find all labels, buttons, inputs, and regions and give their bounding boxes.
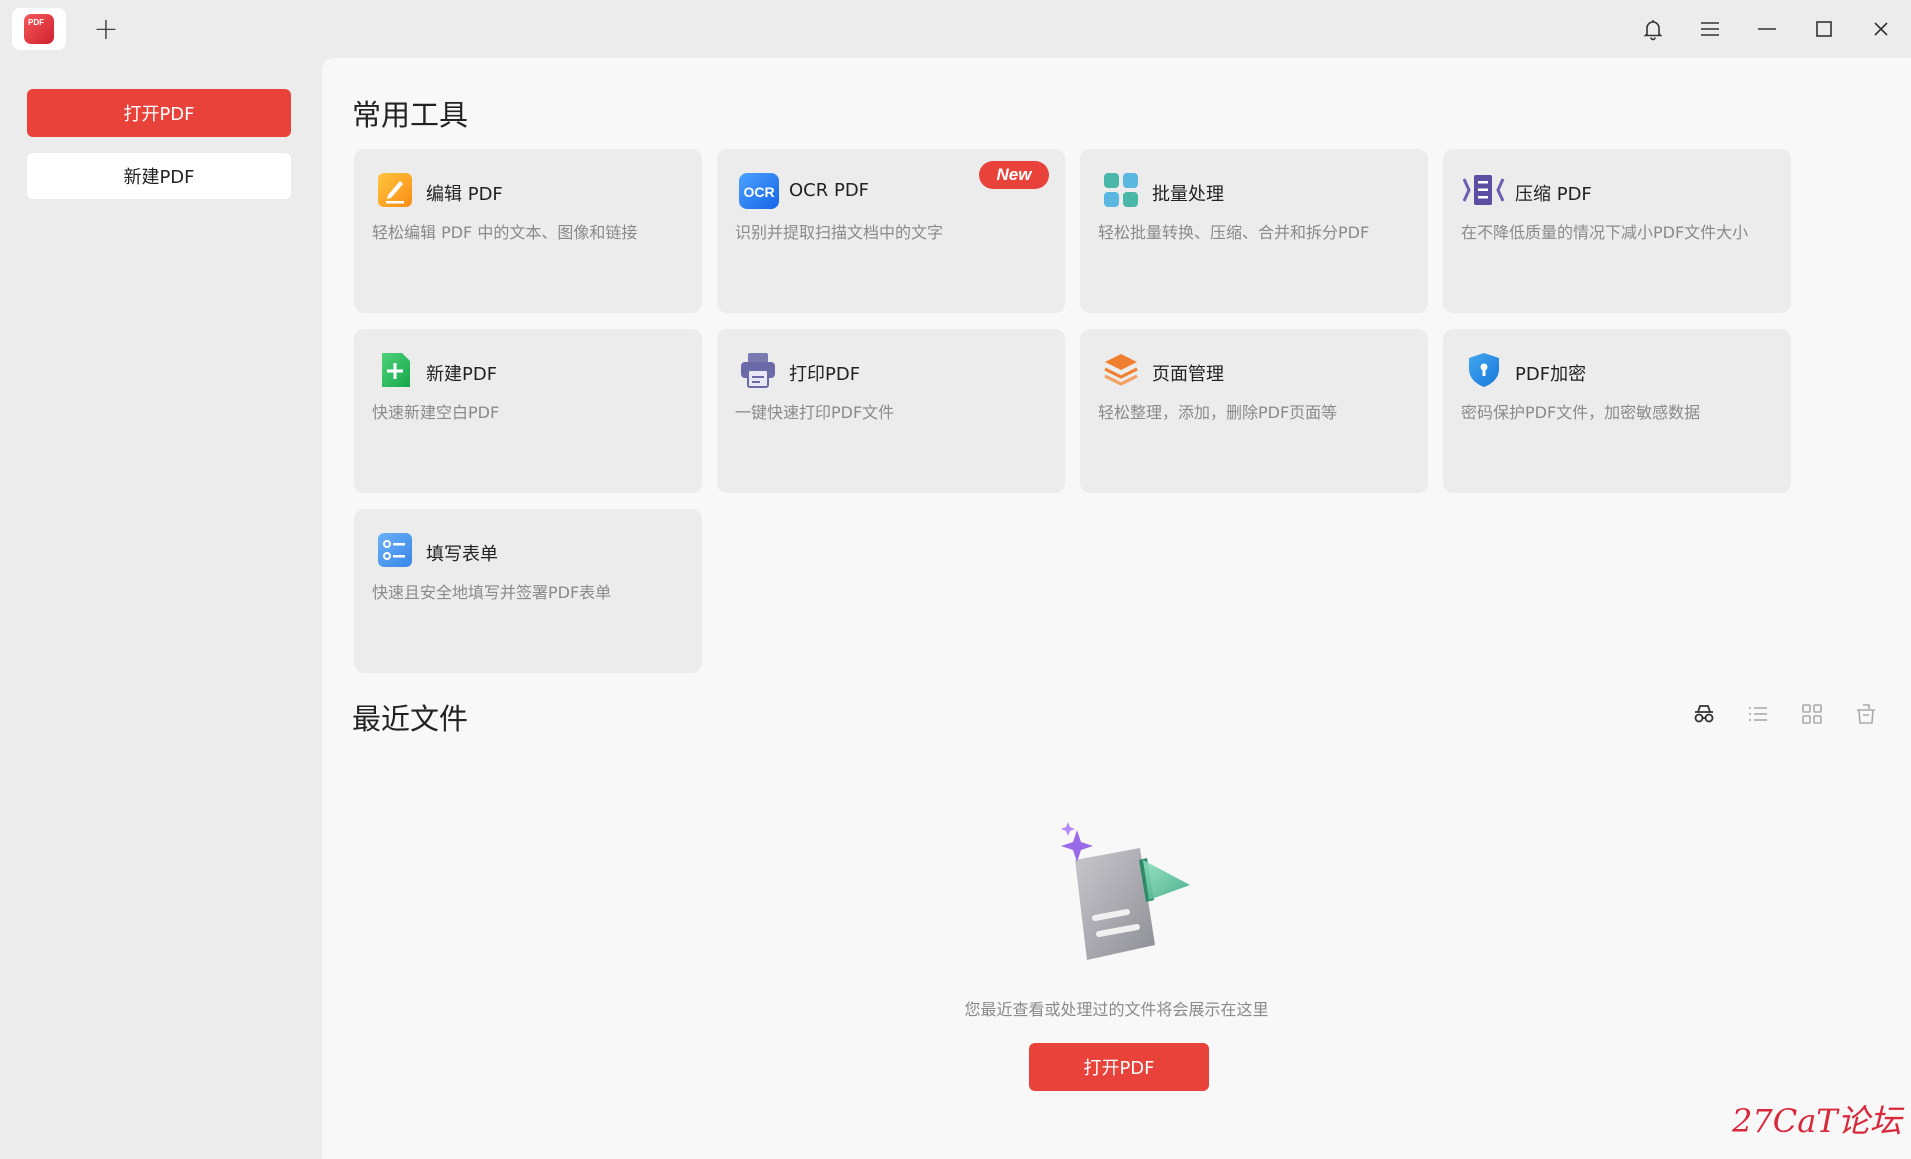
minimize-icon[interactable] — [1750, 12, 1784, 46]
tool-card-batch[interactable]: 批量处理 轻松批量转换、压缩、合并和拆分PDF — [1080, 149, 1428, 313]
tool-name: 填写表单 — [426, 544, 498, 565]
lock-shield-icon — [1465, 351, 1503, 389]
tool-card-form[interactable]: 填写表单 快速且安全地填写并签署PDF表单 — [354, 509, 702, 673]
print-icon — [739, 351, 777, 389]
incognito-view-icon[interactable] — [1690, 700, 1718, 728]
pdf-logo-icon: PDF — [24, 14, 54, 44]
list-view-icon[interactable] — [1744, 700, 1772, 728]
tool-name: 编辑 PDF — [426, 184, 503, 205]
tool-desc: 识别并提取扫描文档中的文字 — [735, 223, 944, 242]
watermark-text: 27CaT论坛 — [1732, 1102, 1902, 1140]
title-bar: PDF + — [0, 0, 1911, 58]
recent-files-title: 最近文件 — [352, 702, 469, 736]
compress-icon — [1461, 171, 1507, 209]
pages-icon — [1102, 351, 1140, 389]
svg-text:OCR: OCR — [743, 184, 774, 200]
close-icon[interactable] — [1864, 12, 1898, 46]
tool-desc: 快速新建空白PDF — [372, 403, 500, 422]
tool-card-new-pdf[interactable]: 新建PDF 快速新建空白PDF — [354, 329, 702, 493]
tool-card-edit[interactable]: 编辑 PDF 轻松编辑 PDF 中的文本、图像和链接 — [354, 149, 702, 313]
tool-name: 页面管理 — [1152, 364, 1224, 385]
tool-card-print[interactable]: 打印PDF 一键快速打印PDF文件 — [717, 329, 1065, 493]
tool-name: 压缩 PDF — [1515, 184, 1592, 205]
form-icon — [376, 531, 414, 569]
clear-history-icon[interactable] — [1852, 700, 1880, 728]
notification-bell-icon[interactable] — [1636, 12, 1670, 46]
app-logo[interactable]: PDF — [12, 8, 66, 50]
tool-desc: 在不降低质量的情况下减小PDF文件大小 — [1461, 223, 1749, 242]
edit-icon — [376, 171, 414, 209]
ocr-icon: OCR — [739, 171, 779, 209]
menu-icon[interactable] — [1693, 12, 1727, 46]
new-tab-button[interactable]: + — [90, 12, 122, 47]
new-pdf-icon — [376, 351, 414, 389]
empty-recent-text: 您最近查看或处理过的文件将会展示在这里 — [964, 1000, 1269, 1019]
grid-view-icon[interactable] — [1798, 700, 1826, 728]
new-pdf-button[interactable]: 新建PDF — [27, 153, 291, 199]
sidebar — [0, 58, 322, 1159]
tool-desc: 快速且安全地填写并签署PDF表单 — [372, 583, 612, 602]
tool-name: 批量处理 — [1152, 184, 1224, 205]
open-pdf-center-button[interactable]: 打开PDF — [1029, 1043, 1209, 1091]
tool-desc: 轻松整理，添加，删除PDF页面等 — [1098, 403, 1338, 422]
tool-card-pages[interactable]: 页面管理 轻松整理，添加，删除PDF页面等 — [1080, 329, 1428, 493]
tool-name: 打印PDF — [789, 364, 861, 385]
tool-desc: 轻松编辑 PDF 中的文本、图像和链接 — [372, 223, 638, 242]
tool-card-ocr[interactable]: OCR OCR PDF 识别并提取扫描文档中的文字 New — [717, 149, 1065, 313]
open-pdf-button[interactable]: 打开PDF — [27, 89, 291, 137]
tool-desc: 密码保护PDF文件，加密敏感数据 — [1461, 403, 1701, 422]
tool-name: OCR PDF — [789, 180, 870, 201]
tool-card-encrypt[interactable]: PDF加密 密码保护PDF文件，加密敏感数据 — [1443, 329, 1791, 493]
tool-desc: 轻松批量转换、压缩、合并和拆分PDF — [1098, 223, 1370, 242]
new-badge: New — [979, 161, 1049, 189]
empty-files-illustration — [1055, 820, 1195, 970]
common-tools-title: 常用工具 — [352, 98, 469, 132]
batch-icon — [1102, 171, 1140, 209]
tool-name: PDF加密 — [1515, 364, 1587, 385]
maximize-icon[interactable] — [1807, 12, 1841, 46]
tool-name: 新建PDF — [426, 364, 498, 385]
tool-card-compress[interactable]: 压缩 PDF 在不降低质量的情况下减小PDF文件大小 — [1443, 149, 1791, 313]
tool-desc: 一键快速打印PDF文件 — [735, 403, 895, 422]
